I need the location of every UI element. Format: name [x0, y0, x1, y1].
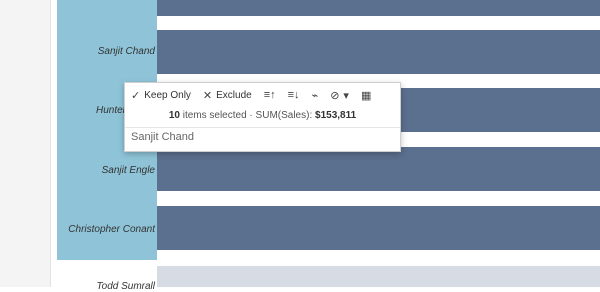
- left-gutter: [0, 0, 51, 287]
- selected-text: items selected: [182, 110, 247, 121]
- bar-row-sanjit-engle[interactable]: [157, 147, 600, 191]
- summary-separator: ·: [249, 110, 253, 121]
- tooltip-divider: [125, 127, 400, 128]
- chevron-down-icon: ▾: [343, 89, 349, 102]
- sort-descending-button[interactable]: ≡↓: [282, 83, 306, 107]
- measure-label: SUM(Sales):: [255, 110, 313, 121]
- selected-count: 10: [168, 110, 180, 121]
- check-icon: ✓: [131, 89, 141, 102]
- group-icon: ⊘: [330, 89, 340, 102]
- row-label[interactable]: Hunter: [96, 105, 126, 116]
- exclude-label: Exclude: [216, 89, 252, 101]
- row-label[interactable]: Sanjit Engle: [102, 165, 155, 176]
- sort-ascending-icon: ≡↑: [263, 89, 276, 101]
- view-data-icon: ▦: [360, 89, 372, 102]
- link-button[interactable]: ⌁: [306, 83, 325, 107]
- measure-value: $153,811: [315, 110, 357, 121]
- row-label[interactable]: Christopher Conant: [68, 224, 155, 235]
- bar-row-todd-sumrall[interactable]: [157, 266, 600, 287]
- keep-only-button[interactable]: ✓ Keep Only: [125, 83, 197, 107]
- exclude-button[interactable]: ✕ Exclude: [197, 83, 258, 107]
- group-menu-button[interactable]: ⊘ ▾: [324, 83, 355, 107]
- bar-row-sanjit-chand[interactable]: [157, 30, 600, 74]
- bar-row-0[interactable]: [157, 0, 600, 16]
- field-value: Sanjit Chand: [131, 131, 194, 143]
- x-icon: ✕: [202, 89, 213, 102]
- tooltip-toolbar: ✓ Keep Only ✕ Exclude ≡↑ ≡↓ ⌁ ⊘ ▾ ▦: [125, 83, 400, 107]
- selection-tooltip: ✓ Keep Only ✕ Exclude ≡↑ ≡↓ ⌁ ⊘ ▾ ▦ 10 i…: [124, 82, 401, 152]
- keep-only-label: Keep Only: [144, 89, 191, 101]
- row-label[interactable]: Sanjit Chand: [98, 46, 155, 57]
- bar-row-christopher-conant[interactable]: [157, 206, 600, 250]
- selection-summary: 10 items selected · SUM(Sales): $153,811: [125, 107, 400, 125]
- sort-descending-icon: ≡↓: [287, 89, 300, 101]
- sort-ascending-button[interactable]: ≡↑: [258, 83, 282, 107]
- paperclip-icon: ⌁: [311, 89, 319, 102]
- view-data-button[interactable]: ▦: [355, 83, 377, 107]
